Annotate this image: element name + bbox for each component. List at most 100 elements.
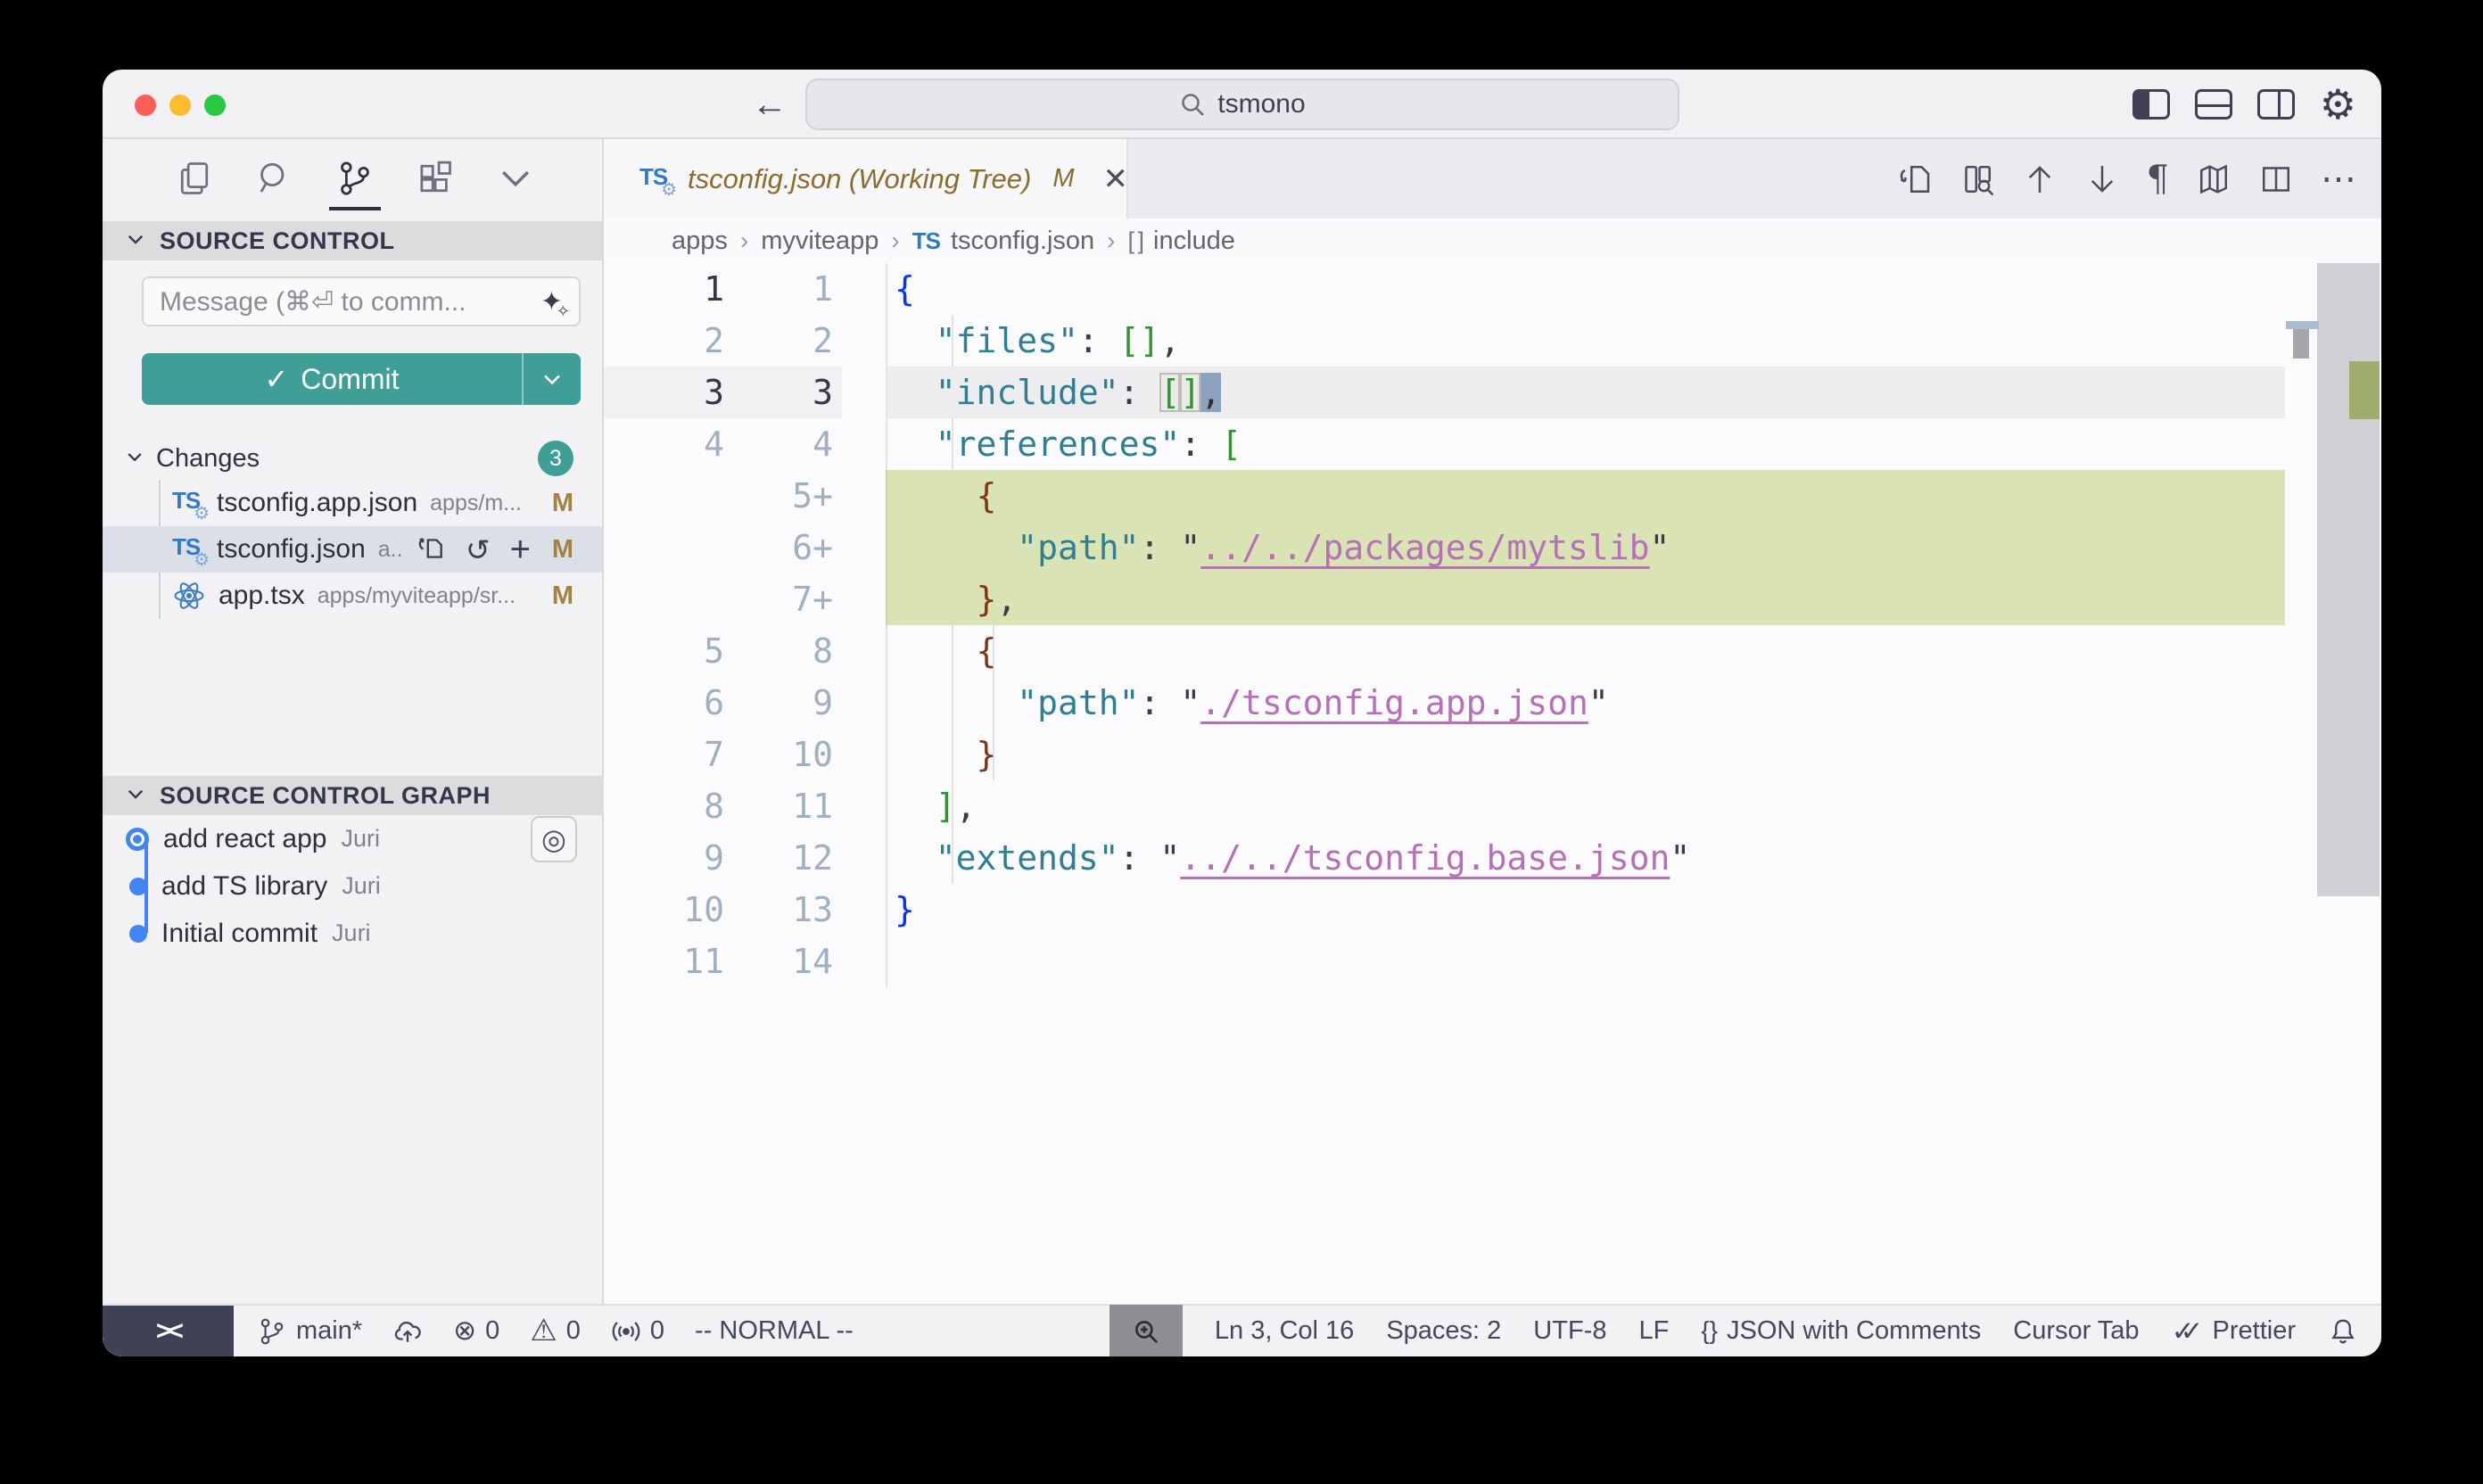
zoom-window-button[interactable] (204, 95, 226, 116)
status-item-prettier[interactable]: ✓✓Prettier (2172, 1315, 2296, 1348)
gutter-original-line-number (604, 522, 733, 573)
changed-file-app.tsx[interactable]: app.tsxapps/myviteapp/sr...M (103, 573, 602, 619)
toggle-primary-sidebar-icon[interactable] (2132, 89, 2170, 120)
minimize-window-button[interactable] (169, 95, 191, 116)
status-item-zoom-in[interactable] (1110, 1305, 1183, 1356)
commit-row[interactable]: add TS libraryJuri (103, 862, 602, 910)
commit-message-input[interactable]: Message (⌘⏎ to comm... ✦✧ (142, 276, 581, 326)
editor[interactable]: 11{22 "files": [],33 "include": [],44 "r… (604, 263, 2381, 1304)
commit-message-placeholder: Message (⌘⏎ to comm... (160, 286, 540, 317)
tab-tsconfig-working-tree[interactable]: TS⚙ tsconfig.json (Working Tree) M ✕ (604, 139, 1128, 218)
editor-scrollbar[interactable] (2317, 263, 2380, 896)
command-center-search[interactable]: tsmono (805, 78, 1679, 130)
code-line[interactable]: 22 "files": [], (604, 315, 2285, 367)
code-text: "extends": "../../tsconfig.base.json" (886, 832, 2285, 884)
status-item-label: Spaces: 2 (1386, 1316, 1501, 1346)
checkout-target-button[interactable]: ◎ (531, 816, 577, 862)
code-line[interactable]: 6+ "path": "../../packages/mytslib" (604, 522, 2285, 573)
source-control-section-header[interactable]: SOURCE CONTROL (103, 221, 602, 260)
code-line[interactable]: 69 "path": "./tsconfig.app.json" (604, 677, 2285, 729)
breadcrumb-tsconfig.json[interactable]: TStsconfig.json (912, 227, 1094, 256)
gutter-modified-line-number: 3 (733, 367, 842, 418)
source-control-graph-section-header[interactable]: SOURCE CONTROL GRAPH (103, 776, 602, 815)
code-text: { (886, 263, 2285, 315)
code-line[interactable]: 1013} (604, 884, 2285, 936)
code-text: "path": "./tsconfig.app.json" (886, 677, 2285, 729)
close-window-button[interactable] (135, 95, 156, 116)
status-item-cloud-upload[interactable] (392, 1316, 423, 1347)
previous-change-icon[interactable] (2022, 161, 2058, 197)
open-file-action-icon[interactable] (416, 532, 446, 567)
remote-indicator[interactable]: >< (103, 1306, 234, 1356)
activity-item-explorer[interactable] (174, 155, 215, 205)
inline-view-icon[interactable] (1959, 161, 1995, 197)
typescript-config-file-icon: TS⚙ (639, 163, 672, 195)
discard-action-icon[interactable]: ↺ (466, 535, 491, 565)
search-value: tsmono (1217, 89, 1305, 120)
file-path: apps/myviteapp/sr... (318, 583, 534, 609)
status-item-normal[interactable]: -- NORMAL -- (695, 1316, 854, 1346)
commit-dropdown-button[interactable] (522, 353, 581, 405)
activity-item-extensions[interactable] (415, 155, 456, 205)
activity-item-search[interactable] (254, 155, 295, 205)
activity-item-more-views[interactable] (495, 155, 536, 205)
toggle-secondary-sidebar-icon[interactable] (2257, 89, 2295, 120)
code-line[interactable]: 710 } (604, 729, 2285, 780)
changed-file-tsconfig.json[interactable]: TS⚙tsconfig.jsona...↺+M (103, 526, 602, 573)
status-item-utf-8[interactable]: UTF-8 (1533, 1316, 1606, 1346)
typescript-file-icon: TS⚙ (172, 533, 204, 565)
status-item-label: JSON with Comments (1727, 1316, 1981, 1346)
code-line[interactable]: 1114 (604, 936, 2285, 987)
status-item-0[interactable]: 0 (611, 1316, 664, 1347)
commit-node-icon (129, 925, 147, 943)
git-modified-badge: M (547, 581, 573, 611)
code-line[interactable]: 811 ], (604, 780, 2285, 832)
cloud-upload-icon (392, 1316, 423, 1347)
gutter-original-line-number (604, 470, 733, 522)
gutter-modified-line-number: 4 (733, 418, 842, 470)
breadcrumb-apps[interactable]: apps (672, 227, 728, 256)
code-text: { (886, 625, 2285, 677)
code-line[interactable]: 7+ }, (604, 573, 2285, 625)
breadcrumb-myviteapp[interactable]: myviteapp (761, 227, 879, 256)
settings-gear-icon[interactable]: ⚙ (2320, 84, 2356, 125)
next-change-icon[interactable] (2084, 161, 2120, 197)
code-line[interactable]: 5+ { (604, 470, 2285, 522)
status-item-lf[interactable]: LF (1638, 1316, 1669, 1346)
code-line[interactable]: 44 "references": [ (604, 418, 2285, 470)
status-item-label: Ln 3, Col 16 (1215, 1316, 1354, 1346)
status-item-0[interactable]: ⊗0 (453, 1316, 499, 1347)
status-item-0[interactable]: ⚠0 (530, 1315, 581, 1348)
status-item-json-with-comments[interactable]: {}JSON with Comments (1701, 1316, 1981, 1346)
gutter-original-line-number: 4 (604, 418, 733, 470)
code-line[interactable]: 912 "extends": "../../tsconfig.base.json… (604, 832, 2285, 884)
changes-section-header[interactable]: Changes 3 (103, 437, 602, 480)
open-changes-icon[interactable] (1897, 161, 1933, 197)
copilot-sparkle-icon[interactable]: ✦✧ (540, 286, 563, 317)
status-item-label: 0 (485, 1316, 499, 1346)
commit-button[interactable]: ✓ Commit (142, 353, 581, 405)
status-item-cursor-tab[interactable]: Cursor Tab (2013, 1316, 2139, 1346)
commit-row[interactable]: add react appJuri◎ (103, 815, 602, 862)
code-line[interactable]: 11{ (604, 263, 2285, 315)
activity-item-source-control[interactable] (334, 155, 375, 205)
status-item-spaces-2[interactable]: Spaces: 2 (1386, 1316, 1501, 1346)
code-line[interactable]: 58 { (604, 625, 2285, 677)
status-item-ln-3-col-16[interactable]: Ln 3, Col 16 (1215, 1316, 1354, 1346)
minimap-icon[interactable] (2196, 161, 2231, 197)
changed-file-tsconfig.app.json[interactable]: TS⚙tsconfig.app.jsonapps/m...M (103, 480, 602, 526)
back-button[interactable]: ← (752, 87, 788, 122)
render-whitespace-icon[interactable]: ¶ (2147, 161, 2169, 197)
status-item-bell[interactable] (2328, 1316, 2358, 1347)
stage-action-icon[interactable]: + (510, 532, 531, 567)
status-item-main[interactable]: main* (257, 1316, 362, 1347)
gutter-original-line-number: 2 (604, 315, 733, 367)
toggle-panel-icon[interactable] (2195, 89, 2232, 120)
traffic-lights (135, 95, 226, 116)
commit-row[interactable]: Initial commitJuri (103, 910, 602, 957)
close-tab-icon[interactable]: ✕ (1103, 161, 1129, 197)
more-actions-icon[interactable]: ⋯ (2321, 161, 2356, 197)
code-line[interactable]: 33 "include": [], (604, 367, 2285, 418)
breadcrumb-include[interactable]: [ ]include (1127, 227, 1234, 256)
split-editor-icon[interactable] (2258, 161, 2294, 197)
